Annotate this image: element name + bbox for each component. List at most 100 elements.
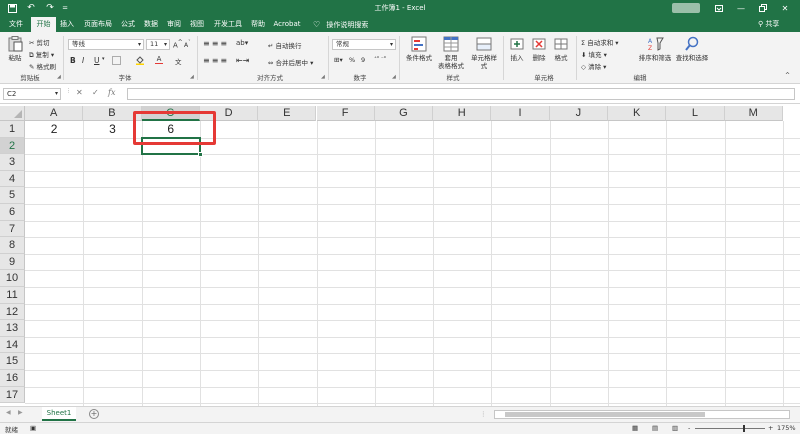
close-icon[interactable]: ✕ — [774, 1, 796, 15]
autosum-button[interactable]: Σ 自动求和 ▾ — [581, 37, 619, 47]
cancel-icon[interactable]: ✕ — [76, 88, 83, 100]
select-all-corner[interactable] — [0, 106, 25, 121]
decimal-buttons[interactable]: ⁺⁰ ⁻⁰ — [374, 56, 386, 62]
tab-home[interactable]: 开始 — [31, 17, 56, 32]
tab-developer[interactable]: 开发工具 — [210, 17, 246, 32]
formula-input[interactable] — [127, 88, 795, 100]
vertical-align-buttons[interactable]: ≡≡≡ — [203, 39, 229, 48]
tab-view[interactable]: 视图 — [187, 17, 207, 32]
underline-button[interactable]: U — [94, 56, 100, 65]
row-header-17[interactable]: 17 — [0, 386, 25, 404]
zoom-in-button[interactable]: + — [768, 424, 773, 432]
conditional-formatting-button[interactable]: 条件格式 — [404, 36, 434, 62]
restore-icon[interactable] — [752, 1, 774, 15]
font-color-icon[interactable]: A — [154, 54, 164, 65]
row-header-2[interactable]: 2 — [0, 137, 25, 155]
row-header-10[interactable]: 10 — [0, 270, 25, 287]
column-header-m[interactable]: M — [724, 106, 783, 121]
row-header-12[interactable]: 12 — [0, 303, 25, 321]
collapse-ribbon-icon[interactable]: ^ — [785, 72, 790, 79]
share-button[interactable]: ⚲ 共享 — [758, 17, 779, 32]
column-header-h[interactable]: H — [433, 106, 492, 121]
clear-button[interactable]: ◇ 清除 ▾ — [581, 61, 606, 71]
row-header-9[interactable]: 9 — [0, 253, 25, 271]
tell-me-search[interactable]: ♡ 操作说明搜索 — [313, 17, 368, 32]
tab-file[interactable]: 文件 — [4, 17, 28, 32]
zoom-level[interactable]: 175% — [777, 424, 796, 432]
tab-acrobat[interactable]: Acrobat — [271, 17, 303, 32]
italic-button[interactable]: I — [82, 56, 84, 65]
tab-page-layout[interactable]: 页面布局 — [80, 17, 116, 32]
ribbon-display-icon[interactable] — [708, 1, 730, 15]
sort-filter-button[interactable]: AZ 排序和筛选 — [638, 36, 672, 62]
copy-button[interactable]: ⧉ 复制 ▾ — [29, 49, 54, 60]
tab-splitter-icon[interactable]: ⋮ — [480, 410, 487, 418]
grow-font-button[interactable]: A^ — [173, 40, 183, 49]
row-header-8[interactable]: 8 — [0, 237, 25, 254]
cut-button[interactable]: ✂ 剪切 — [29, 37, 50, 47]
normal-view-icon[interactable]: ▦ — [632, 424, 638, 432]
row-header-5[interactable]: 5 — [0, 187, 25, 204]
comma-button[interactable]: 9 — [361, 56, 365, 64]
add-sheet-button[interactable]: + — [89, 409, 99, 419]
zoom-slider[interactable] — [695, 428, 765, 429]
fill-handle[interactable] — [197, 152, 203, 158]
row-header-3[interactable]: 3 — [0, 154, 25, 171]
borders-icon[interactable] — [110, 55, 122, 65]
insert-function-icon[interactable]: fx — [108, 88, 115, 100]
delete-cells-button[interactable]: 删除 — [529, 36, 549, 62]
row-header-6[interactable]: 6 — [0, 204, 25, 221]
sheet-tab-sheet1[interactable]: Sheet1 — [42, 407, 76, 421]
alignment-launcher-icon[interactable]: ◢ — [321, 74, 325, 80]
format-cells-button[interactable]: 格式 — [551, 36, 571, 62]
zoom-slider-knob[interactable] — [743, 425, 745, 432]
page-break-view-icon[interactable]: ▥ — [672, 424, 678, 432]
row-header-14[interactable]: 14 — [0, 336, 25, 354]
worksheet-grid[interactable]: A B C D E F G H I J K L M 1 2 3 4 5 6 7 8 9 10 11 12 13 14 15 16 17 2 3… — [0, 106, 800, 406]
account-avatar[interactable] — [672, 3, 700, 13]
format-painter-button[interactable]: ✎ 格式刷 — [29, 61, 56, 71]
font-launcher-icon[interactable]: ◢ — [190, 74, 194, 80]
column-header-f[interactable]: F — [316, 106, 375, 121]
insert-cells-button[interactable]: 插入 — [507, 36, 527, 62]
enter-icon[interactable]: ✓ — [92, 88, 99, 100]
tab-insert[interactable]: 插入 — [57, 17, 77, 32]
scrollbar-thumb[interactable] — [505, 412, 705, 417]
next-sheet-icon[interactable]: ▶ — [18, 409, 23, 416]
row-header-1[interactable]: 1 — [0, 121, 25, 138]
fill-button[interactable]: ⬇ 填充 ▾ — [581, 49, 607, 59]
tab-formulas[interactable]: 公式 — [118, 17, 138, 32]
indent-buttons[interactable]: ⇤⇥ — [236, 56, 249, 65]
fill-color-icon[interactable] — [134, 55, 146, 65]
accounting-format-button[interactable]: ⊞▾ — [334, 56, 343, 64]
column-header-l[interactable]: L — [666, 106, 725, 121]
tab-help[interactable]: 帮助 — [248, 17, 268, 32]
wrap-text-button[interactable]: ↵ 自动换行 — [268, 40, 302, 50]
column-header-i[interactable]: I — [491, 106, 550, 121]
format-as-table-button[interactable]: 套用 表格格式 — [436, 36, 466, 70]
merge-center-button[interactable]: ⇔ 合并后居中 ▾ — [268, 57, 313, 67]
underline-dropdown-icon[interactable]: ▾ — [102, 56, 105, 62]
zoom-out-button[interactable]: - — [688, 424, 690, 432]
horizontal-align-buttons[interactable]: ≡≡≡ — [203, 56, 229, 65]
column-header-a[interactable]: A — [25, 106, 84, 121]
paste-button[interactable]: 粘贴 — [5, 36, 25, 62]
percent-button[interactable]: % — [349, 56, 355, 64]
column-header-k[interactable]: K — [608, 106, 667, 121]
row-header-16[interactable]: 16 — [0, 370, 25, 387]
row-header-15[interactable]: 15 — [0, 353, 25, 370]
number-launcher-icon[interactable]: ◢ — [392, 74, 396, 80]
name-box[interactable]: C2 ▾ — [3, 88, 61, 100]
shrink-font-button[interactable]: Aˇ — [184, 40, 191, 49]
row-header-7[interactable]: 7 — [0, 220, 25, 238]
bold-button[interactable]: B — [70, 56, 76, 65]
column-header-g[interactable]: G — [374, 106, 434, 121]
phonetic-button[interactable]: 文 — [175, 56, 182, 66]
row-header-4[interactable]: 4 — [0, 170, 25, 188]
horizontal-scrollbar[interactable] — [494, 410, 790, 419]
page-layout-view-icon[interactable]: ▤ — [652, 424, 658, 432]
column-header-j[interactable]: J — [549, 106, 608, 121]
font-name-select[interactable]: 等线 ▾ — [68, 39, 144, 50]
orientation-button[interactable]: ab▾ — [236, 39, 248, 47]
row-header-13[interactable]: 13 — [0, 320, 25, 337]
